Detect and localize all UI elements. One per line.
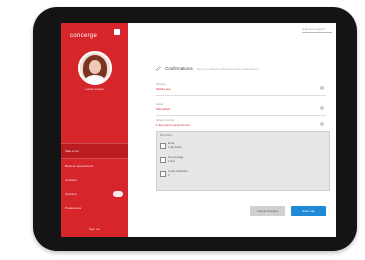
logo-mark-icon	[114, 29, 120, 35]
option-email[interactable]: Email 1 day before	[160, 142, 182, 149]
sidebar-item-label: Preferences	[65, 206, 82, 210]
sidebar-item-contacts[interactable]: Contacts	[61, 173, 128, 187]
check-in-toggle[interactable]	[113, 191, 123, 197]
option-sub: 0	[168, 173, 170, 177]
sign-out-link[interactable]: Sign out	[61, 227, 128, 231]
field-value: 1 day before appointment	[156, 123, 191, 127]
panel-title: Reminders	[160, 134, 173, 137]
sidebar-item-book-appointment[interactable]: Book an appointment	[61, 159, 128, 173]
status-field[interactable]: Status Scheduled	[156, 103, 326, 116]
reminders-panel: Reminders Email 1 day before Text messag…	[156, 131, 330, 191]
save-button[interactable]: Save rule	[291, 206, 326, 216]
sidebar-item-label: Contacts	[65, 178, 77, 182]
chevron-down-icon[interactable]	[320, 106, 324, 110]
cancel-button[interactable]: Cancel changes	[250, 206, 285, 216]
chevron-down-icon[interactable]	[320, 122, 324, 126]
checkbox[interactable]	[160, 156, 166, 163]
sidebar-item-label: Check-in	[65, 192, 77, 196]
app-logo: concerge	[70, 33, 98, 39]
checkbox[interactable]	[160, 170, 166, 177]
field-label: Default reminder	[156, 119, 175, 122]
option-sub: 1 day before	[168, 145, 182, 149]
user-name: Louise Cassin	[85, 87, 104, 91]
chevron-down-icon[interactable]	[320, 86, 324, 90]
tablet-device: concerge Louise Cassin Take a run Book a…	[33, 7, 357, 251]
sidebar-item-check-in[interactable]: Check-in	[61, 187, 128, 201]
pencil-icon	[156, 66, 161, 71]
sidebar-item-take-a-run[interactable]: Take a run	[61, 143, 128, 159]
sidebar-nav: Take a run Book an appointment Contacts …	[61, 143, 128, 215]
option-text-message[interactable]: Text message 1 hour	[160, 156, 183, 163]
option-label: Text message	[168, 156, 184, 159]
sidebar-item-label: Book an appointment	[65, 164, 94, 168]
help-link[interactable]: Help and support	[302, 27, 332, 33]
checkbox[interactable]	[160, 142, 166, 149]
page-title: Confirmations	[165, 66, 193, 71]
sidebar-item-label: Take a run	[65, 149, 80, 153]
app-screen: concerge Louise Cassin Take a run Book a…	[61, 23, 336, 237]
field-value: Scheduled	[156, 107, 171, 111]
avatar[interactable]	[78, 51, 112, 85]
field-value: Mobile app	[156, 87, 171, 91]
section-hint: Set your default notifications and confi…	[196, 66, 259, 71]
section-header: Confirmations Set your default notificat…	[156, 66, 259, 71]
sidebar: concerge Louise Cassin Take a run Book a…	[61, 23, 128, 237]
sidebar-item-preferences[interactable]: Preferences	[61, 201, 128, 215]
option-in-app[interactable]: In-app notification 0	[160, 170, 188, 177]
option-label: In-app notification	[168, 170, 188, 173]
field-label: Channel	[156, 83, 166, 86]
option-sub: 1 hour	[168, 159, 176, 163]
field-label: Status	[156, 103, 164, 106]
channel-field[interactable]: Channel Mobile app	[156, 83, 326, 96]
